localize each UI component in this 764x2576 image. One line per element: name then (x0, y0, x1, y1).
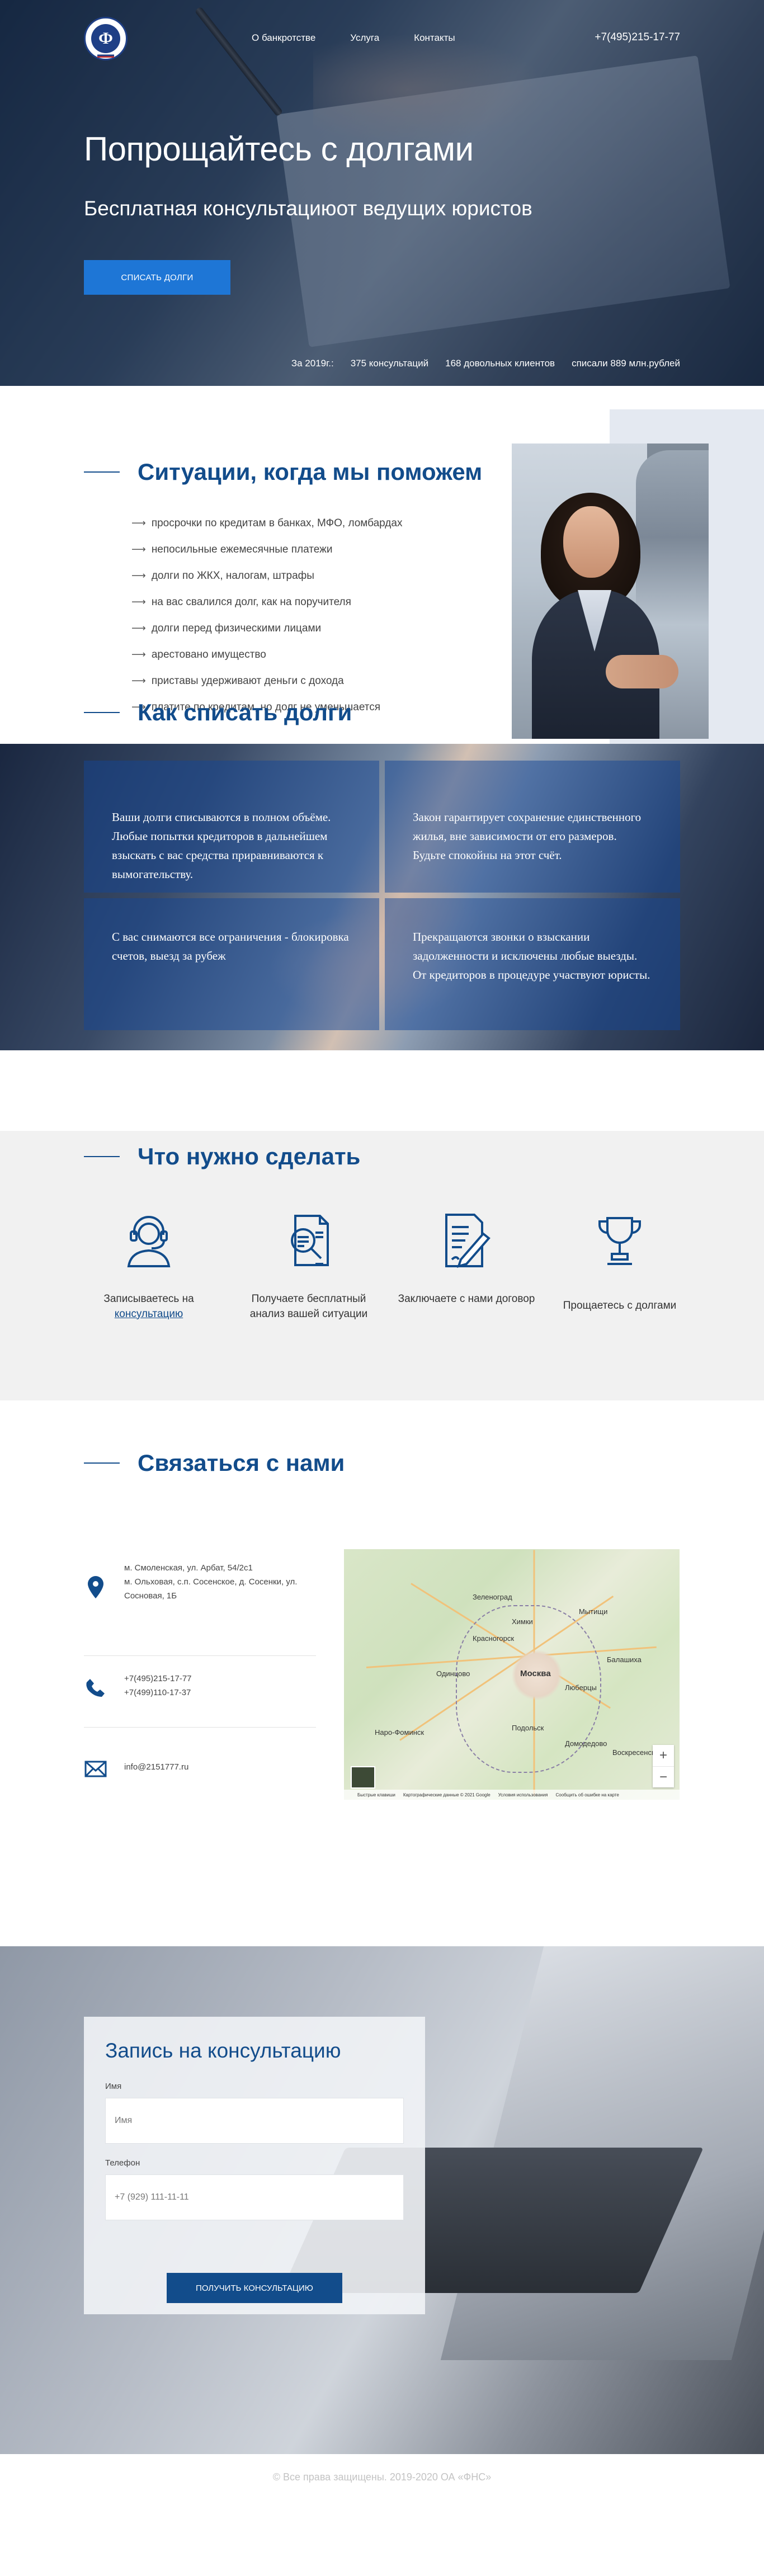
benefit-card: Закон гарантирует сохранение единственно… (385, 761, 680, 893)
list-item: ⟶ арестовано имущество (131, 648, 266, 660)
list-item: ⟶ непосильные ежемесячные платежи (131, 543, 333, 555)
logo-emblem-icon: Ф (91, 24, 120, 53)
map-label: Подольск (512, 1724, 544, 1732)
map-label: Балашиха (607, 1655, 642, 1664)
map-zoom-controls: + − (653, 1745, 674, 1787)
situations-section: Ситуации, когда мы поможем ⟶ просрочки по… (0, 386, 764, 772)
phone-icon (84, 1672, 107, 1700)
name-label: Имя (105, 2082, 122, 2091)
address-row: м. Смоленская, ул. Арбат, 54/2с1 м. Ольх… (84, 1561, 309, 1603)
map-label: Красногорск (473, 1634, 515, 1643)
menu-item-bankruptcy[interactable]: О банкротстве (252, 32, 315, 44)
header-phone-link[interactable]: +7(495)215-17-77 (595, 31, 680, 44)
operator-headset-icon (121, 1211, 177, 1270)
list-item: ⟶ просрочки по кредитам в банках, МФО, ло… (131, 517, 403, 529)
contacts-section: Связаться с нами м. Смоленская, ул. Арба… (0, 1437, 764, 1946)
map-widget[interactable]: Зеленоград Химки Мытищи Красногорск Моск… (344, 1549, 680, 1800)
contact-phone-2[interactable]: +7(499)110-17-37 (124, 1686, 192, 1700)
step-item: Прощаетесь с долгами (547, 1211, 692, 1314)
hero-section: Ф О банкротстве Услуга Контакты +7(495)2… (0, 0, 764, 386)
address-2: м. Ольховая, с.п. Сосенское, д. Сосенки,… (124, 1577, 298, 1601)
phone-label: Телефон (105, 2158, 140, 2168)
zoom-out-button[interactable]: − (653, 1766, 674, 1787)
map-label: Зеленоград (473, 1593, 512, 1601)
consultation-form-section: Запись на консультацию Имя Телефон ПОЛУЧ… (0, 1946, 764, 2454)
document-search-icon (281, 1211, 337, 1270)
consultation-link[interactable]: консультацию (115, 1308, 183, 1320)
howto-section: Как списать долги (0, 671, 764, 744)
contacts-title: Связаться с нами (84, 1450, 345, 1476)
benefit-card: Прекращаются звонки о взыскании задолжен… (385, 898, 680, 1030)
stats-year: За 2019г.: (291, 358, 334, 369)
step-item: Заключаете с нами договор (394, 1211, 539, 1307)
map-label: Люберцы (565, 1683, 597, 1692)
main-menu: О банкротстве Услуга Контакты (252, 32, 455, 44)
map-label: Химки (512, 1617, 533, 1626)
contact-email[interactable]: info@2151777.ru (124, 1761, 188, 1777)
trophy-icon (592, 1211, 648, 1270)
hero-title: Попрощайтесь с долгами (84, 130, 474, 168)
map-label: Домодедово (565, 1739, 607, 1748)
contract-sign-icon (438, 1211, 494, 1270)
list-item: ⟶ долги по ЖКХ, налогам, штрафы (131, 569, 314, 582)
logo[interactable]: Ф (84, 17, 128, 60)
step-label: Получаете бесплатный анализ вашей ситуац… (249, 1293, 368, 1320)
list-item: ⟶ на вас свалился долг, как на поручителя (131, 596, 351, 608)
benefit-card: Ваши долги списываются в полном объёме. … (84, 761, 379, 893)
step-label: Записываетесь на (103, 1293, 194, 1305)
arrow-right-icon: ⟶ (131, 649, 146, 660)
phone-row: +7(495)215-17-77 +7(499)110-17-37 (84, 1672, 192, 1700)
step-item: Получаете бесплатный анализ вашей ситуац… (236, 1211, 381, 1322)
menu-item-service[interactable]: Услуга (350, 32, 379, 44)
top-navigation: Ф О банкротстве Услуга Контакты +7(495)2… (0, 0, 764, 78)
stats-consultations: 375 консультаций (350, 358, 429, 369)
contact-phone-1[interactable]: +7(495)215-17-77 (124, 1672, 192, 1686)
envelope-icon (84, 1761, 107, 1777)
map-label: Мытищи (579, 1607, 608, 1616)
stats-clients: 168 довольных клиентов (445, 358, 555, 369)
stats-written-off: списали 889 млн.рублей (572, 358, 680, 369)
step-label: Прощаетесь с долгами (563, 1300, 677, 1311)
map-pin-icon (84, 1561, 107, 1603)
benefit-card: С вас снимаются все ограничения - блокир… (84, 898, 379, 1030)
form-title: Запись на консультацию (105, 2039, 341, 2062)
list-item: ⟶ долги перед физическими лицами (131, 622, 322, 634)
phone-input[interactable] (105, 2174, 404, 2220)
satellite-toggle-button[interactable] (351, 1766, 375, 1789)
copyright-text: © Все права защищены. 2019-2020 ОА «ФНС» (272, 2471, 492, 2483)
howto-title: Как списать долги (84, 699, 352, 726)
name-input[interactable] (105, 2098, 404, 2144)
arrow-right-icon: ⟶ (131, 517, 146, 529)
map-label-moscow: Москва (520, 1669, 551, 1678)
arrow-right-icon: ⟶ (131, 596, 146, 607)
menu-item-contacts[interactable]: Контакты (414, 32, 455, 44)
arrow-right-icon: ⟶ (131, 622, 146, 634)
hero-subtitle: Бесплатная консультациюот ведущих юристо… (84, 197, 532, 220)
get-consultation-button[interactable]: ПОЛУЧИТЬ КОНСУЛЬТАЦИЮ (167, 2273, 342, 2303)
arrow-right-icon: ⟶ (131, 570, 146, 581)
benefits-grid: Ваши долги списываются в полном объёме. … (84, 761, 680, 1030)
hero-stats: За 2019г.: 375 консультаций 168 довольны… (291, 358, 680, 369)
situations-title: Ситуации, когда мы поможем (84, 459, 482, 485)
map-label: Наро-Фоминск (375, 1728, 425, 1737)
write-off-debts-button[interactable]: СПИСАТЬ ДОЛГИ (84, 260, 230, 295)
address-1: м. Смоленская, ул. Арбат, 54/2с1 (124, 1563, 253, 1573)
footer: © Все права защищены. 2019-2020 ОА «ФНС» (0, 2454, 764, 2500)
steps-section: Что нужно сделать Записываетесь на консу… (0, 1131, 764, 1400)
zoom-in-button[interactable]: + (653, 1745, 674, 1766)
map-label: Одинцово (436, 1669, 470, 1678)
benefits-section: Ваши долги списываются в полном объёме. … (0, 744, 764, 1050)
email-row: info@2151777.ru (84, 1761, 188, 1777)
map-credits: Быстрые клавиши Картографические данные … (344, 1790, 680, 1800)
map-label: Воскресенск (612, 1748, 655, 1757)
logo-flag (97, 53, 114, 58)
arrow-right-icon: ⟶ (131, 544, 146, 555)
step-item: Записываетесь на консультацию (76, 1211, 221, 1322)
steps-title: Что нужно сделать (84, 1143, 360, 1170)
step-label: Заключаете с нами договор (398, 1293, 535, 1305)
consultation-form: Запись на консультацию Имя Телефон ПОЛУЧ… (84, 2017, 425, 2314)
